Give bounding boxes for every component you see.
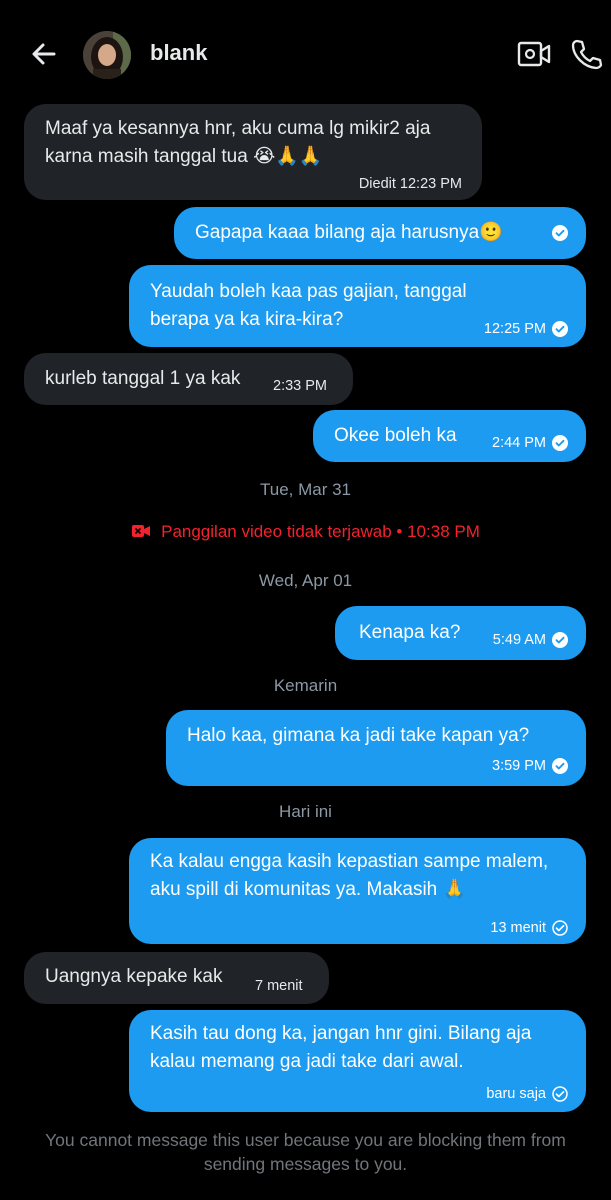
message-timestamp: 7 menit	[255, 978, 303, 994]
date-separator: Kemarin	[273, 676, 338, 695]
message-text: Halo kaa, gimana ka jadi take kapan ya?	[187, 725, 530, 746]
read-check-icon	[552, 758, 568, 774]
blocked-notice: You cannot message this user because you…	[45, 1130, 566, 1174]
contact-name[interactable]: blank	[150, 40, 207, 66]
message-meta: 3:59 PM	[492, 752, 568, 780]
missed-call-text: Panggilan video tidak terjawab • 10:38 P…	[161, 522, 480, 541]
read-check-icon	[552, 321, 568, 337]
message-text: Ka kalau engga kasih kepastian sampe mal…	[150, 851, 549, 900]
message-text: Uangnya kepake kak	[45, 966, 223, 987]
avatar[interactable]	[83, 31, 131, 79]
message-text: Kasih tau dong ka, jangan hnr gini. Bila…	[150, 1023, 532, 1072]
message-outgoing[interactable]: Halo kaa, gimana ka jadi take kapan ya? …	[166, 710, 586, 786]
message-text: Kenapa ka?	[359, 622, 461, 643]
message-meta: 5:49 AM	[493, 626, 568, 654]
missed-call-notice[interactable]: Panggilan video tidak terjawab • 10:38 P…	[0, 522, 611, 542]
video-camera-icon[interactable]	[516, 36, 552, 72]
message-meta: 13 menit	[490, 914, 568, 942]
message-text: Gapapa kaaa bilang aja harusnya🙂	[195, 222, 503, 243]
chat-header: blank	[0, 0, 611, 100]
date-separator: Wed, Apr 01	[258, 571, 353, 590]
message-timestamp: 2:44 PM	[492, 435, 546, 451]
message-outgoing[interactable]: Kenapa ka? 5:49 AM	[335, 606, 586, 660]
message-text: kurleb tanggal 1 ya kak	[45, 368, 241, 389]
message-text: Yaudah boleh kaa pas gajian, tanggal ber…	[150, 281, 467, 330]
date-separator: Hari ini	[279, 802, 332, 821]
message-meta: 2:44 PM	[492, 429, 568, 457]
message-outgoing[interactable]: Kasih tau dong ka, jangan hnr gini. Bila…	[129, 1010, 586, 1112]
read-check-icon	[552, 435, 568, 451]
message-incoming[interactable]: kurleb tanggal 1 ya kak 2:33 PM	[24, 353, 353, 405]
message-outgoing[interactable]: Gapapa kaaa bilang aja harusnya🙂	[174, 207, 586, 259]
message-outgoing[interactable]: Ka kalau engga kasih kepastian sampe mal…	[129, 838, 586, 944]
message-meta: baru saja	[486, 1080, 568, 1108]
date-separator: Tue, Mar 31	[259, 480, 352, 499]
message-incoming[interactable]: Maaf ya kesannya hnr, aku cuma lg mikir2…	[24, 104, 482, 200]
message-timestamp: Diedit 12:23 PM	[358, 176, 462, 192]
message-timestamp: 3:59 PM	[492, 758, 546, 774]
message-timestamp: 2:33 PM	[273, 378, 327, 394]
message-incoming[interactable]: Uangnya kepake kak 7 menit	[24, 952, 329, 1004]
phone-icon[interactable]	[568, 36, 604, 72]
message-timestamp: 5:49 AM	[492, 632, 546, 648]
message-outgoing[interactable]: Yaudah boleh kaa pas gajian, tanggal ber…	[129, 265, 586, 347]
message-timestamp: 13 menit	[490, 920, 546, 936]
sent-check-icon	[552, 1086, 568, 1102]
message-text: Okee boleh ka	[334, 425, 457, 446]
message-text: Maaf ya kesannya hnr, aku cuma lg mikir2…	[45, 118, 431, 167]
message-outgoing[interactable]: Okee boleh ka 2:44 PM	[313, 410, 586, 462]
message-timestamp: baru saja	[486, 1086, 546, 1102]
missed-video-icon	[132, 525, 151, 537]
message-meta: 12:25 PM	[484, 315, 568, 343]
read-check-icon	[552, 632, 568, 648]
read-check-icon	[552, 225, 568, 241]
message-timestamp: 12:25 PM	[483, 321, 546, 337]
delivered-check-icon	[552, 920, 568, 936]
back-arrow-icon[interactable]	[26, 36, 62, 72]
